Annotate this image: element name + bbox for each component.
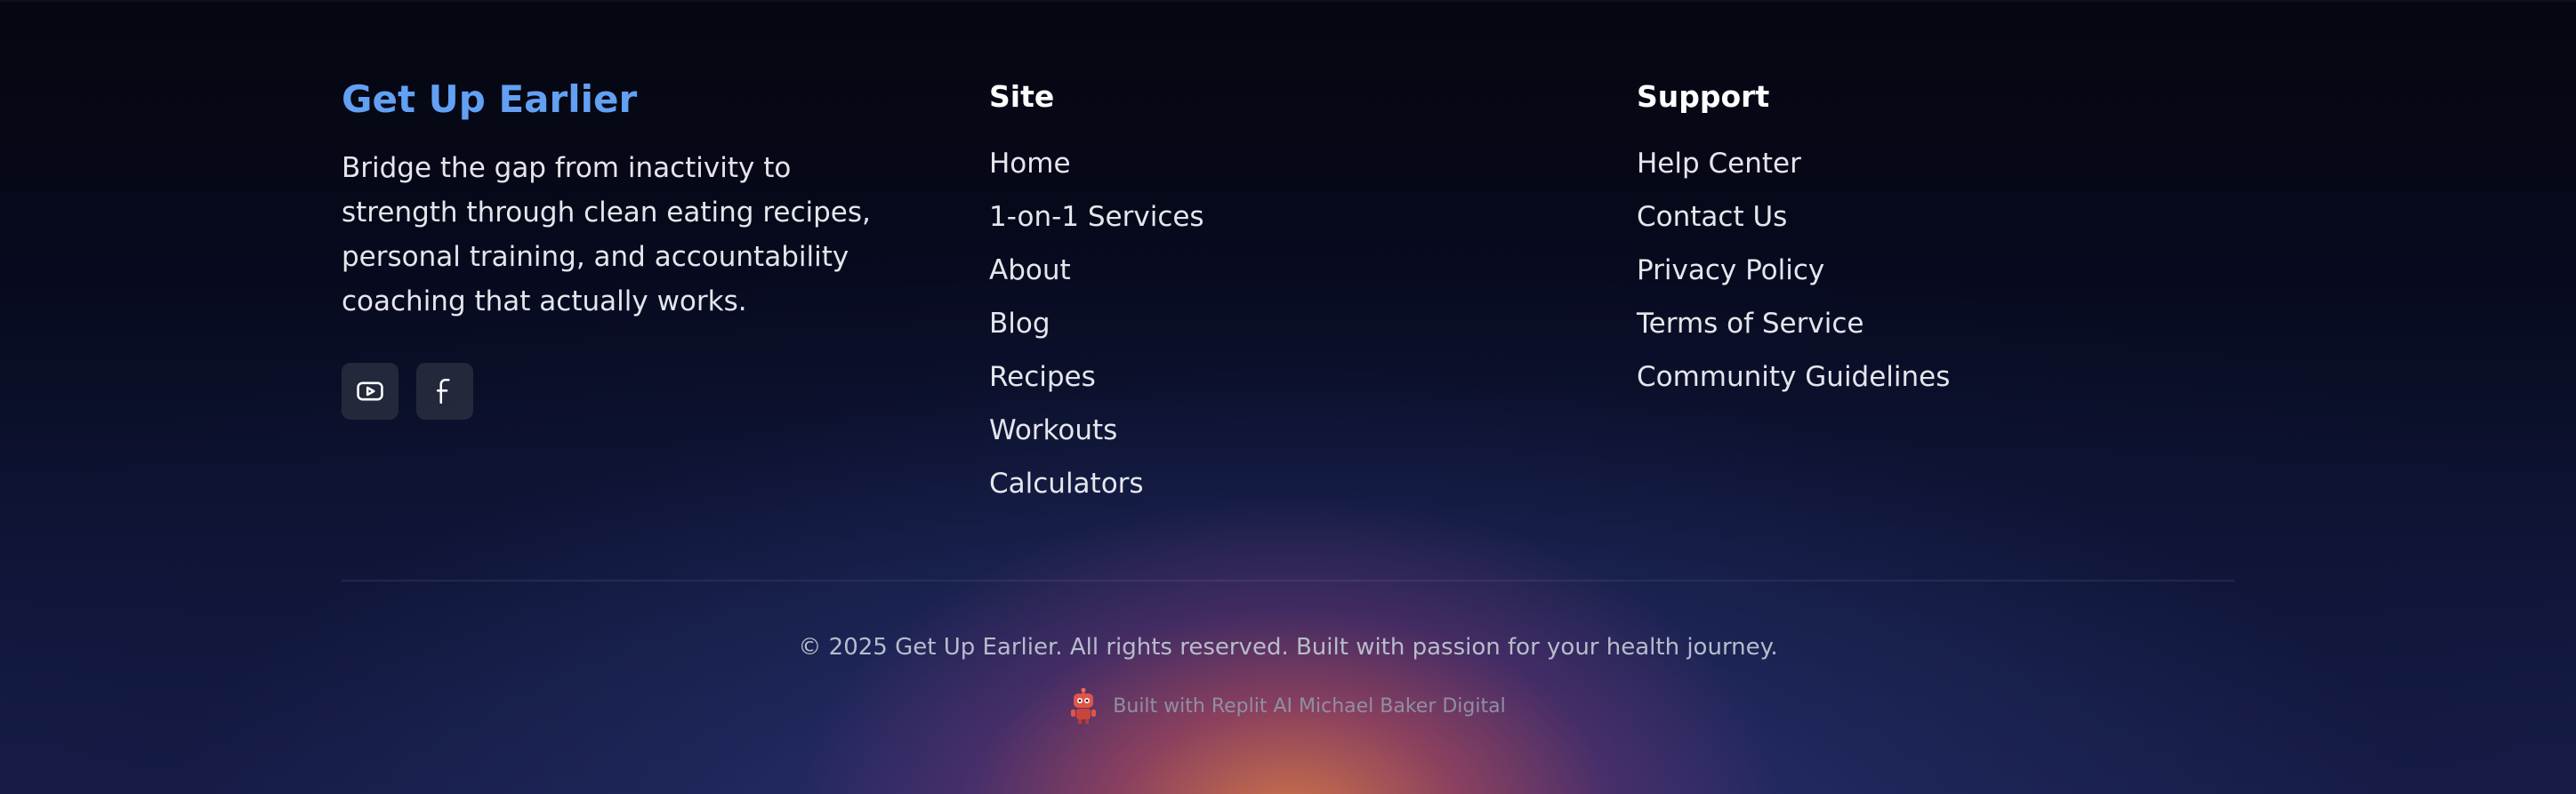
copyright-text: © 2025 Get Up Earlier. All rights reserv…	[798, 634, 1778, 661]
site-footer: Get Up Earlier Bridge the gap from inact…	[0, 0, 2576, 794]
footer-link-terms[interactable]: Terms of Service	[1637, 297, 1950, 350]
youtube-button[interactable]	[342, 363, 398, 420]
footer-link-home[interactable]: Home	[989, 137, 1204, 190]
brand-column: Get Up Earlier Bridge the gap from inact…	[342, 75, 911, 420]
site-heading: Site	[989, 79, 1055, 114]
footer-link-about[interactable]: About	[989, 244, 1204, 297]
facebook-icon	[436, 378, 450, 405]
footer-link-blog[interactable]: Blog	[989, 297, 1204, 350]
brand-description: Bridge the gap from inactivity to streng…	[342, 152, 871, 317]
footer-link-privacy[interactable]: Privacy Policy	[1637, 244, 1950, 297]
footer-link-contact[interactable]: Contact Us	[1637, 190, 1950, 244]
footer-link-calculators[interactable]: Calculators	[989, 457, 1204, 510]
support-links-column: Support Help Center Contact Us Privacy P…	[1637, 76, 1950, 404]
replit-robot-icon	[1071, 688, 1097, 724]
built-with-badge[interactable]: Built with Replit AI Michael Baker Digit…	[0, 688, 2576, 724]
site-links-column: Site Home 1-on-1 Services About Blog Rec…	[989, 76, 1204, 510]
top-divider	[0, 0, 2576, 2]
footer-link-workouts[interactable]: Workouts	[989, 404, 1204, 457]
youtube-icon	[357, 381, 383, 401]
facebook-button[interactable]	[416, 363, 473, 420]
support-heading: Support	[1637, 79, 1770, 114]
footer-link-help-center[interactable]: Help Center	[1637, 137, 1950, 190]
social-links	[342, 363, 911, 420]
support-link-list: Help Center Contact Us Privacy Policy Te…	[1637, 137, 1950, 404]
site-link-list: Home 1-on-1 Services About Blog Recipes …	[989, 137, 1204, 510]
footer-link-recipes[interactable]: Recipes	[989, 350, 1204, 404]
brand-title[interactable]: Get Up Earlier	[342, 75, 911, 124]
footer-link-guidelines[interactable]: Community Guidelines	[1637, 350, 1950, 404]
footer-divider	[342, 580, 2234, 581]
footer-link-services[interactable]: 1-on-1 Services	[989, 190, 1204, 244]
built-with-text[interactable]: Built with Replit AI Michael Baker Digit…	[1113, 695, 1505, 718]
